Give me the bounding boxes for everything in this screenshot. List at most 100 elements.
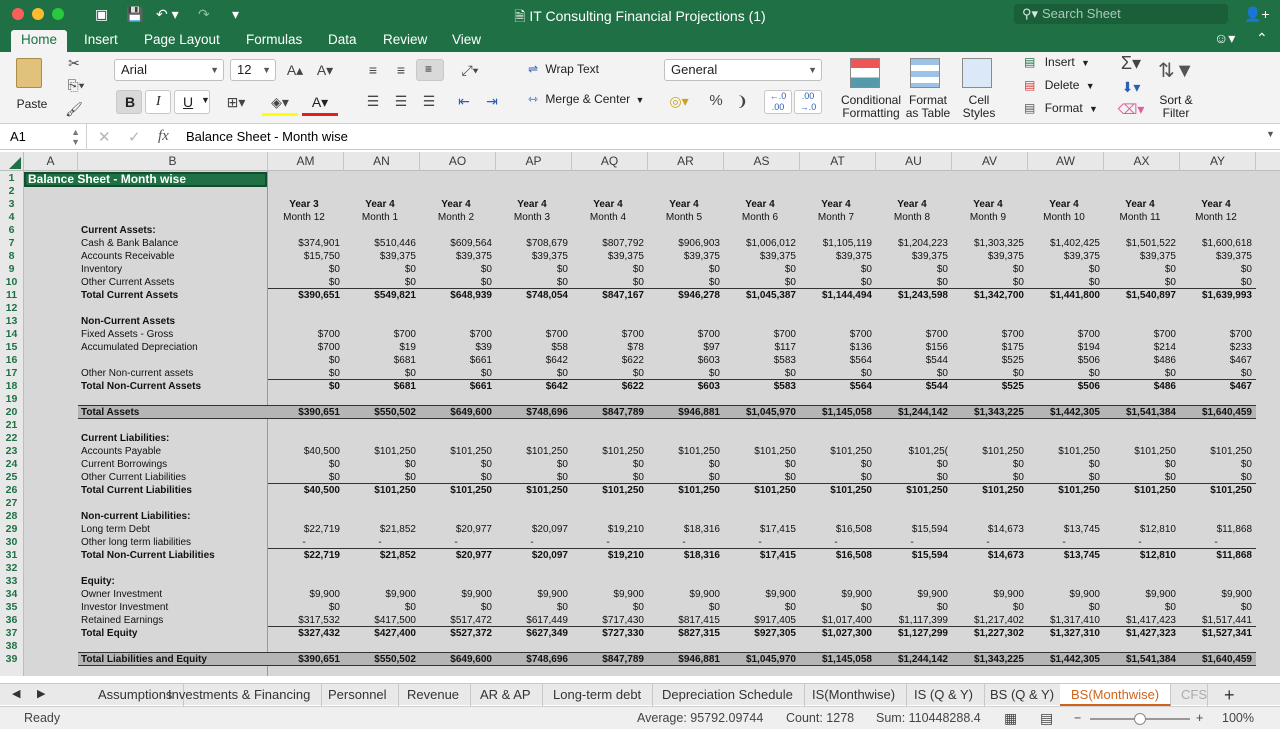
value-cell[interactable]: $1,327,310: [1028, 627, 1100, 640]
period-month-cell[interactable]: Month 12: [1180, 211, 1252, 224]
value-cell[interactable]: $19,210: [572, 549, 644, 562]
value-cell[interactable]: $101,25(: [876, 445, 948, 458]
column-header-aw[interactable]: AW: [1028, 152, 1104, 171]
value-cell[interactable]: $467: [1180, 380, 1252, 393]
row-header-26[interactable]: 26: [0, 484, 23, 497]
value-cell[interactable]: $1,343,225: [952, 406, 1024, 419]
value-cell[interactable]: $1,006,012: [724, 237, 796, 250]
value-cell[interactable]: $9,900: [572, 588, 644, 601]
value-cell[interactable]: $1,303,325: [952, 237, 1024, 250]
value-cell[interactable]: $58: [496, 341, 568, 354]
value-cell[interactable]: $609,564: [420, 237, 492, 250]
value-cell[interactable]: $648,939: [420, 289, 492, 302]
value-cell[interactable]: $510,446: [344, 237, 416, 250]
value-cell[interactable]: $19: [344, 341, 416, 354]
value-cell[interactable]: $0: [1104, 263, 1176, 276]
row-header-34[interactable]: 34: [0, 588, 23, 601]
value-cell[interactable]: $12,810: [1104, 523, 1176, 536]
value-cell[interactable]: $0: [496, 458, 568, 471]
cell-area[interactable]: Balance Sheet - Month wise Year 3 Month 1…: [24, 171, 1280, 676]
value-cell[interactable]: $1,127,299: [876, 627, 948, 640]
tab-home[interactable]: Home: [11, 30, 68, 52]
value-cell[interactable]: $1,343,225: [952, 653, 1024, 666]
sheet-tab-is-monthwise[interactable]: IS(Monthwise): [801, 684, 908, 706]
value-cell[interactable]: $1,441,800: [1028, 289, 1100, 302]
value-cell[interactable]: $622: [572, 380, 644, 393]
value-cell[interactable]: $1,204,223: [876, 237, 948, 250]
value-cell[interactable]: $1,342,700: [952, 289, 1024, 302]
period-year-cell[interactable]: Year 4: [648, 198, 720, 211]
value-cell[interactable]: $9,900: [876, 588, 948, 601]
row-header-9[interactable]: 9: [0, 263, 23, 276]
value-cell[interactable]: $101,250: [420, 484, 492, 497]
value-cell[interactable]: $40,500: [268, 445, 340, 458]
period-year-cell[interactable]: Year 4: [1104, 198, 1176, 211]
value-cell[interactable]: $0: [572, 458, 644, 471]
enter-check-icon[interactable]: ✓: [128, 128, 141, 146]
expand-formula-icon[interactable]: ▼: [1266, 129, 1275, 139]
value-cell[interactable]: $1,427,323: [1104, 627, 1176, 640]
value-cell[interactable]: $0: [952, 458, 1024, 471]
value-cell[interactable]: $9,900: [800, 588, 872, 601]
zoom-slider-thumb[interactable]: [1134, 713, 1146, 725]
worksheet-grid[interactable]: A B AM AN AO AP AQ AR AS AT AU AV AW AX AY 1 2 3 4 6 7 8 9 10 1…: [0, 152, 1280, 676]
align-center-icon[interactable]: ☰: [388, 90, 414, 112]
value-cell[interactable]: $1,541,384: [1104, 406, 1176, 419]
value-cell[interactable]: $21,852: [344, 523, 416, 536]
value-cell[interactable]: $101,250: [344, 445, 416, 458]
value-cell[interactable]: $15,594: [876, 523, 948, 536]
add-sheet-icon[interactable]: +: [1224, 684, 1235, 706]
value-cell[interactable]: $175: [952, 341, 1024, 354]
conditional-formatting-button[interactable]: Conditional Formatting: [836, 56, 906, 120]
row-header-36[interactable]: 36: [0, 614, 23, 627]
align-top-icon[interactable]: ≡: [360, 59, 386, 81]
value-cell[interactable]: $1,244,142: [876, 406, 948, 419]
value-cell[interactable]: $0: [496, 263, 568, 276]
value-cell[interactable]: $9,900: [1104, 588, 1176, 601]
value-cell[interactable]: $0: [876, 458, 948, 471]
line-item-label[interactable]: Cash & Bank Balance: [81, 237, 266, 250]
sheet-tab-investments-financing[interactable]: Investments & Financing: [157, 684, 323, 706]
row-header-3[interactable]: 3: [0, 198, 23, 211]
sort-filter-button[interactable]: ⇅▼ Sort & Filter: [1150, 56, 1202, 120]
sheet-tab-cfs[interactable]: CFS: [1170, 684, 1208, 706]
line-item-label[interactable]: Inventory: [81, 263, 266, 276]
collapse-ribbon-icon[interactable]: ⌃: [1256, 29, 1268, 47]
value-cell[interactable]: $1,541,384: [1104, 653, 1176, 666]
column-header-b[interactable]: B: [78, 152, 268, 171]
cell-a1-title[interactable]: Balance Sheet - Month wise: [24, 172, 267, 187]
search-sheet-input[interactable]: ⚲▾ Search Sheet: [1014, 4, 1228, 24]
value-cell[interactable]: $101,250: [1180, 484, 1252, 497]
value-cell[interactable]: $1,442,305: [1028, 653, 1100, 666]
value-cell[interactable]: $827,315: [648, 627, 720, 640]
value-cell[interactable]: $136: [800, 341, 872, 354]
value-cell[interactable]: $1,045,970: [724, 406, 796, 419]
value-cell[interactable]: $1,243,598: [876, 289, 948, 302]
format-cells-button[interactable]: ▤ Format ▼: [1024, 101, 1104, 119]
row-header-17[interactable]: 17: [0, 367, 23, 380]
value-cell[interactable]: $39,375: [1180, 250, 1252, 263]
value-cell[interactable]: $1,402,425: [1028, 237, 1100, 250]
period-year-cell[interactable]: Year 4: [496, 198, 568, 211]
accounting-format-icon[interactable]: ◎▾: [664, 90, 694, 112]
value-cell[interactable]: $681: [344, 354, 416, 367]
value-cell[interactable]: $101,250: [1180, 445, 1252, 458]
column-header-ap[interactable]: AP: [496, 152, 572, 171]
row-header-23[interactable]: 23: [0, 445, 23, 458]
period-month-cell[interactable]: Month 4: [572, 211, 644, 224]
row-header-21[interactable]: 21: [0, 419, 23, 432]
line-item-label[interactable]: Total Non-Current Assets: [81, 380, 266, 393]
next-sheet-icon[interactable]: ▶: [37, 687, 45, 700]
value-cell[interactable]: $627,349: [496, 627, 568, 640]
row-header-38[interactable]: 38: [0, 640, 23, 653]
copy-icon[interactable]: ⎘▾: [64, 74, 88, 96]
row-header-1[interactable]: 1: [0, 172, 23, 185]
value-cell[interactable]: $946,881: [648, 406, 720, 419]
font-name-select[interactable]: Arial ▼: [114, 59, 224, 81]
cancel-icon[interactable]: ✕: [98, 128, 111, 146]
value-cell[interactable]: $327,432: [268, 627, 340, 640]
value-cell[interactable]: $0: [420, 263, 492, 276]
line-item-label[interactable]: Current Liabilities:: [81, 432, 266, 445]
period-month-cell[interactable]: Month 5: [648, 211, 720, 224]
value-cell[interactable]: $0: [876, 263, 948, 276]
